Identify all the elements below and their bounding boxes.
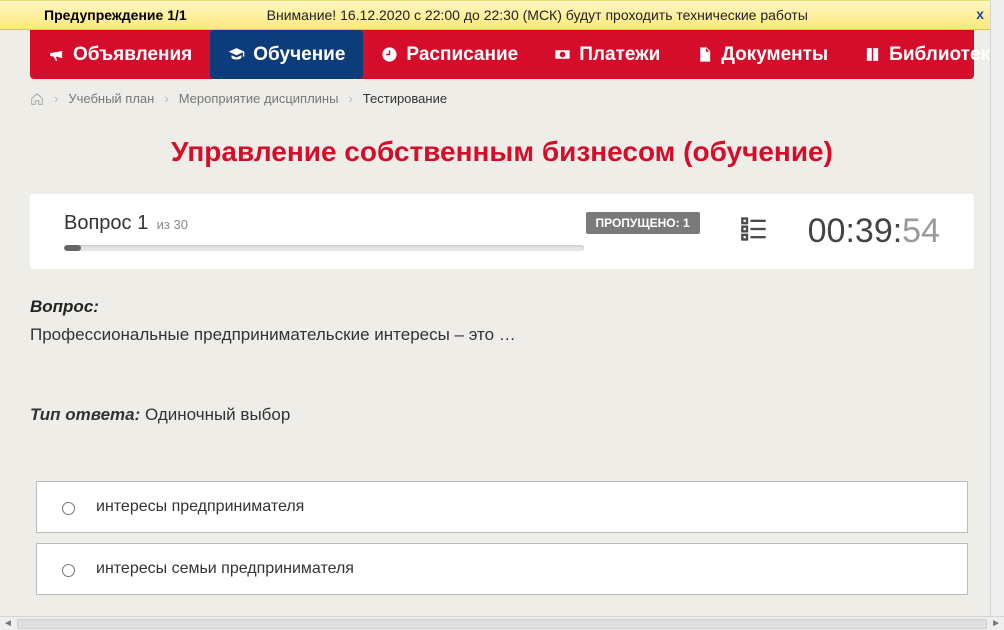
progress-fill [64,245,81,251]
warning-title: Предупреждение 1/1 [44,7,187,23]
timer-main: 00:39: [808,212,903,250]
document-icon [696,46,713,63]
clock-icon [381,46,398,63]
scroll-right-icon[interactable]: ► [991,618,1001,629]
nav-payments[interactable]: Платежи [536,30,678,79]
scroll-track[interactable] [17,619,987,629]
timer-seconds: 54 [902,212,940,250]
question-header-label: Вопрос: [30,297,974,317]
horizontal-scrollbar[interactable]: ◄ ► [0,616,1004,630]
breadcrumb-link-study-plan[interactable]: Учебный план [68,91,154,106]
warning-message: Внимание! 16.12.2020 с 22:00 до 22:30 (М… [267,7,808,23]
question-progress-block: Вопрос 1 из 30 ПРОПУЩЕНО: 1 [64,212,700,251]
breadcrumb-separator-icon: › [164,91,168,106]
option-radio-0[interactable] [62,502,75,515]
vertical-scrollbar[interactable] [990,0,1004,616]
home-icon[interactable] [30,92,44,106]
options-list: интересы предпринимателя интересы семьи … [36,481,968,595]
scroll-left-icon[interactable]: ◄ [3,618,13,629]
nav-schedule[interactable]: Расписание [363,30,536,79]
progress-bar [64,245,584,251]
option-label: интересы предпринимателя [96,498,304,516]
nav-documents[interactable]: Документы [678,30,846,79]
warning-close-button[interactable]: x [976,6,984,22]
nav-label: Платежи [579,44,660,66]
breadcrumb: › Учебный план › Мероприятие дисциплины … [0,79,1004,118]
option-radio-1[interactable] [62,564,75,577]
question-list-button[interactable] [740,215,768,248]
answer-type-value: Одиночный выбор [140,405,290,424]
megaphone-icon [48,46,65,63]
question-text: Профессиональные предпринимательские инт… [30,325,974,345]
banknote-icon [554,46,571,63]
warning-bar: Предупреждение 1/1 Внимание! 16.12.2020 … [0,0,1004,30]
option-row[interactable]: интересы предпринимателя [36,481,968,533]
nav-library[interactable]: Библиотека ▾ [846,30,1004,79]
answer-type-label: Тип ответа: [30,405,140,424]
nav-label: Библиотека [889,44,1000,66]
question-area: Вопрос: Профессиональные предприниматель… [0,269,1004,595]
nav-education[interactable]: Обучение [210,30,363,79]
nav-label: Документы [721,44,828,66]
skipped-badge: ПРОПУЩЕНО: 1 [586,212,700,234]
graduation-cap-icon [228,46,245,63]
timer: 00:39:54 [808,212,940,251]
nav-announcements[interactable]: Объявления [30,30,210,79]
question-number: Вопрос 1 [64,212,148,234]
book-icon [864,46,881,63]
nav-label: Расписание [406,44,518,66]
breadcrumb-separator-icon: › [54,91,58,106]
main-nav: Объявления Обучение Расписание Платежи Д… [30,30,974,79]
option-label: интересы семьи предпринимателя [96,560,354,578]
breadcrumb-link-event[interactable]: Мероприятие дисциплины [179,91,339,106]
option-row[interactable]: интересы семьи предпринимателя [36,543,968,595]
breadcrumb-separator-icon: › [348,91,352,106]
answer-type: Тип ответа: Одиночный выбор [30,405,974,425]
breadcrumb-current: Тестирование [363,91,447,106]
progress-panel: Вопрос 1 из 30 ПРОПУЩЕНО: 1 00:39:54 [30,194,974,269]
question-total: из 30 [157,217,188,232]
nav-label: Объявления [73,44,192,66]
list-icon [740,215,768,243]
page-title: Управление собственным бизнесом (обучени… [0,136,1004,168]
nav-label: Обучение [253,44,345,66]
